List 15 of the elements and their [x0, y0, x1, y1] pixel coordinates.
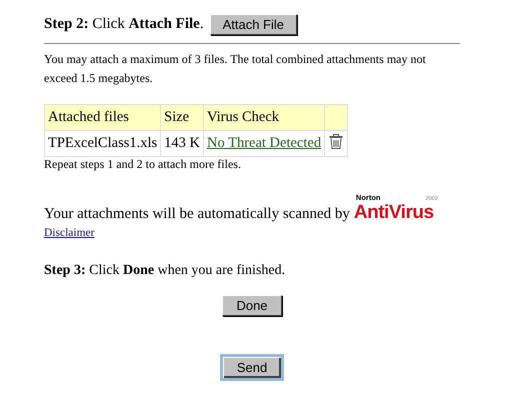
send-button[interactable]: Send [220, 354, 284, 381]
disclaimer-link[interactable]: Disclaimer [44, 227, 94, 239]
column-header: Size [160, 104, 204, 130]
file-name-cell: TPExcelClass1.xls [44, 130, 161, 156]
scan-notice-text: Your attachments will be automatically scanned by [44, 205, 350, 223]
step-instruction: Step 3: Click Done when you are finished. [44, 263, 286, 279]
file-size-cell: 143 K [160, 130, 204, 156]
repeat-steps-text: Repeat steps 1 and 2 to attach more files. [44, 157, 242, 171]
done-button[interactable]: Done [222, 295, 282, 316]
attach-file-button[interactable]: Attach File [210, 14, 297, 35]
column-header: Attached files [44, 104, 161, 130]
trash-icon[interactable] [329, 134, 344, 148]
attachment-limits-text: You may attach a maximum of 3 files. The total combined attachments may not exceed 1.5 megabytes. [44, 51, 427, 87]
step-instruction: Step 2: Click Attach File. [44, 16, 204, 33]
column-header: Virus Check [204, 104, 325, 130]
